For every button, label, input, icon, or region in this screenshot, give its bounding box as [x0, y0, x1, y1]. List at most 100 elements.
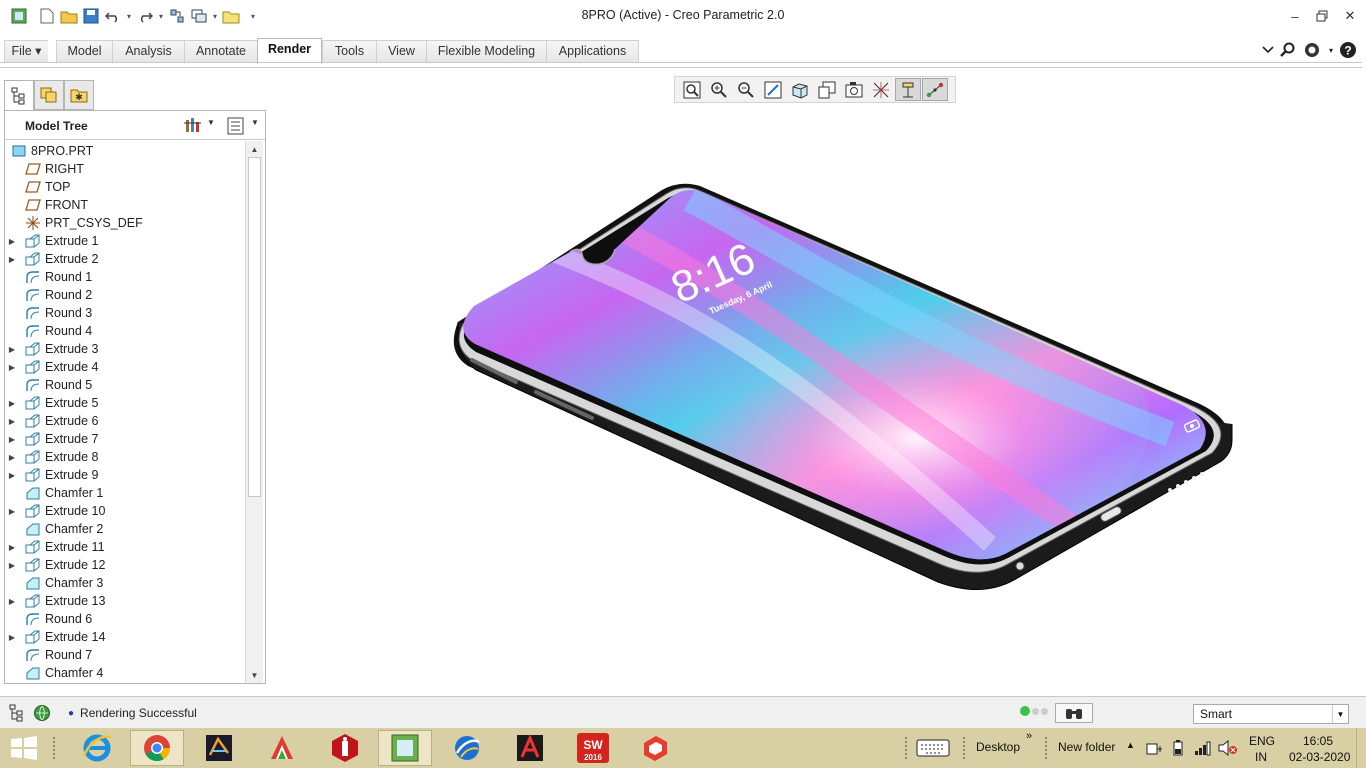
repaint-icon[interactable]	[760, 78, 786, 101]
clock-date[interactable]: 02-03-2020	[1289, 750, 1350, 764]
catia-icon[interactable]	[440, 730, 494, 766]
autocad-icon[interactable]	[255, 730, 309, 766]
tree-item[interactable]: ▶ Extrude 13	[5, 592, 243, 610]
folder-browser-tab-icon[interactable]	[34, 80, 64, 110]
tree-item[interactable]: ▶ Extrude 14	[5, 628, 243, 646]
creo-parametric-icon[interactable]	[378, 730, 432, 766]
show-hidden-icons-icon[interactable]: ▲	[1126, 740, 1135, 750]
tray-battery-icon[interactable]	[1170, 740, 1188, 759]
help-icon[interactable]: ?	[1338, 40, 1358, 60]
expand-arrow-icon[interactable]: ▶	[5, 448, 19, 466]
selection-filter-dropdown[interactable]: Smart ▼	[1193, 704, 1349, 724]
saved-orientations-icon[interactable]	[814, 78, 840, 101]
refit-icon[interactable]	[679, 78, 705, 101]
display-style-icon[interactable]	[787, 78, 813, 101]
scroll-thumb[interactable]	[248, 157, 261, 497]
start-button-icon[interactable]	[10, 736, 38, 763]
tab-tools[interactable]: Tools	[322, 40, 376, 62]
expand-arrow-icon[interactable]: ▶	[5, 358, 19, 376]
scroll-down-icon[interactable]: ▼	[246, 667, 263, 683]
tree-item[interactable]: ▶ Extrude 6	[5, 412, 243, 430]
expand-arrow-icon[interactable]: ▶	[5, 538, 19, 556]
scroll-up-icon[interactable]: ▲	[246, 141, 263, 157]
tab-analysis[interactable]: Analysis	[112, 40, 184, 62]
community-icon[interactable]	[1302, 40, 1322, 60]
tab-annotate[interactable]: Annotate	[184, 40, 257, 62]
tree-item[interactable]: Chamfer 3	[5, 574, 243, 592]
desktop-toolbar-label[interactable]: Desktop	[976, 740, 1020, 754]
tree-item[interactable]: RIGHT	[5, 160, 243, 178]
close-icon[interactable]: ✕	[1336, 6, 1364, 26]
show-browser-icon[interactable]	[31, 703, 53, 723]
zoom-out-icon[interactable]	[733, 78, 759, 101]
tree-item[interactable]: ▶ Extrude 10	[5, 502, 243, 520]
tab-render[interactable]: Render	[257, 38, 322, 64]
tree-item[interactable]: Round 7	[5, 646, 243, 664]
expand-arrow-icon[interactable]: ▶	[5, 556, 19, 574]
tree-scrollbar[interactable]: ▲ ▼	[245, 141, 263, 683]
tab-model[interactable]: Model	[56, 40, 112, 62]
tree-item[interactable]: ▶ Extrude 9	[5, 466, 243, 484]
tree-item[interactable]: ▶ Extrude 8	[5, 448, 243, 466]
desktop-toolbar-expand-icon[interactable]: »	[1026, 730, 1032, 742]
sketchup-icon[interactable]	[628, 730, 682, 766]
tree-item[interactable]: 8PRO.PRT	[5, 142, 243, 160]
minimize-ribbon-icon[interactable]	[1258, 40, 1278, 60]
tree-item[interactable]: Round 2	[5, 286, 243, 304]
tray-usb-icon[interactable]	[1146, 740, 1164, 759]
regeneration-status-icon[interactable]	[1020, 706, 1048, 716]
tree-item[interactable]: Round 4	[5, 322, 243, 340]
tree-item[interactable]: ▶ Extrude 4	[5, 358, 243, 376]
expand-arrow-icon[interactable]: ▶	[5, 466, 19, 484]
autocad-app-icon[interactable]	[503, 730, 557, 766]
tab-file[interactable]: File ▾	[4, 40, 48, 62]
tree-settings-dropdown-icon[interactable]: ▼	[207, 118, 215, 127]
tray-volume-muted-icon[interactable]	[1218, 739, 1238, 759]
show-navigator-icon[interactable]	[6, 703, 28, 723]
tree-item[interactable]: ▶ Extrude 7	[5, 430, 243, 448]
model-tree-tab-icon[interactable]	[4, 80, 34, 110]
filter-dropdown-icon[interactable]: ▼	[1332, 705, 1348, 723]
input-language[interactable]: ENG	[1249, 734, 1275, 748]
solidworks-composer-icon[interactable]	[192, 730, 246, 766]
input-region[interactable]: IN	[1255, 750, 1267, 764]
tree-settings-icon[interactable]	[183, 116, 205, 136]
clock-time[interactable]: 16:05	[1303, 734, 1333, 748]
tree-item[interactable]: Chamfer 4	[5, 664, 243, 682]
find-icon[interactable]	[1055, 703, 1093, 723]
expand-arrow-icon[interactable]: ▶	[5, 502, 19, 520]
tree-item[interactable]: ▶ Extrude 1	[5, 232, 243, 250]
expand-arrow-icon[interactable]: ▶	[5, 232, 19, 250]
minimize-icon[interactable]: –	[1281, 6, 1309, 26]
expand-arrow-icon[interactable]: ▶	[5, 430, 19, 448]
tree-item[interactable]: Chamfer 1	[5, 484, 243, 502]
new-folder-toolbar-label[interactable]: New folder	[1058, 740, 1115, 754]
graphics-window[interactable]: 8:16 Tuesday, 6 April	[270, 104, 1366, 694]
zoom-in-icon[interactable]	[706, 78, 732, 101]
tree-item[interactable]: Chamfer 2	[5, 520, 243, 538]
show-menu-dropdown-icon[interactable]: ▼	[251, 118, 259, 127]
chrome-icon[interactable]	[130, 730, 184, 766]
solidworks-icon[interactable]: SW 2016	[566, 730, 620, 766]
tray-network-icon[interactable]	[1194, 740, 1212, 759]
expand-arrow-icon[interactable]: ▶	[5, 394, 19, 412]
view-manager-icon[interactable]	[841, 78, 867, 101]
expand-arrow-icon[interactable]: ▶	[5, 340, 19, 358]
tab-flexible-modeling[interactable]: Flexible Modeling	[426, 40, 546, 62]
tree-item[interactable]: ▶ Extrude 2	[5, 250, 243, 268]
tab-view[interactable]: View	[376, 40, 426, 62]
tab-applications[interactable]: Applications	[546, 40, 639, 62]
touch-keyboard-icon[interactable]	[916, 738, 950, 761]
show-desktop-button[interactable]	[1356, 728, 1366, 768]
datum-display-icon[interactable]	[868, 78, 894, 101]
expand-arrow-icon[interactable]: ▶	[5, 592, 19, 610]
tree-item[interactable]: Round 6	[5, 610, 243, 628]
tree-item[interactable]: TOP	[5, 178, 243, 196]
expand-arrow-icon[interactable]: ▶	[5, 250, 19, 268]
tree-item[interactable]: Round 5	[5, 376, 243, 394]
spin-center-icon[interactable]	[922, 78, 948, 101]
restore-icon[interactable]	[1308, 6, 1336, 26]
tree-item[interactable]: ▶ Extrude 5	[5, 394, 243, 412]
tree-item[interactable]: ▶ Extrude 11	[5, 538, 243, 556]
search-icon[interactable]	[1278, 40, 1298, 60]
